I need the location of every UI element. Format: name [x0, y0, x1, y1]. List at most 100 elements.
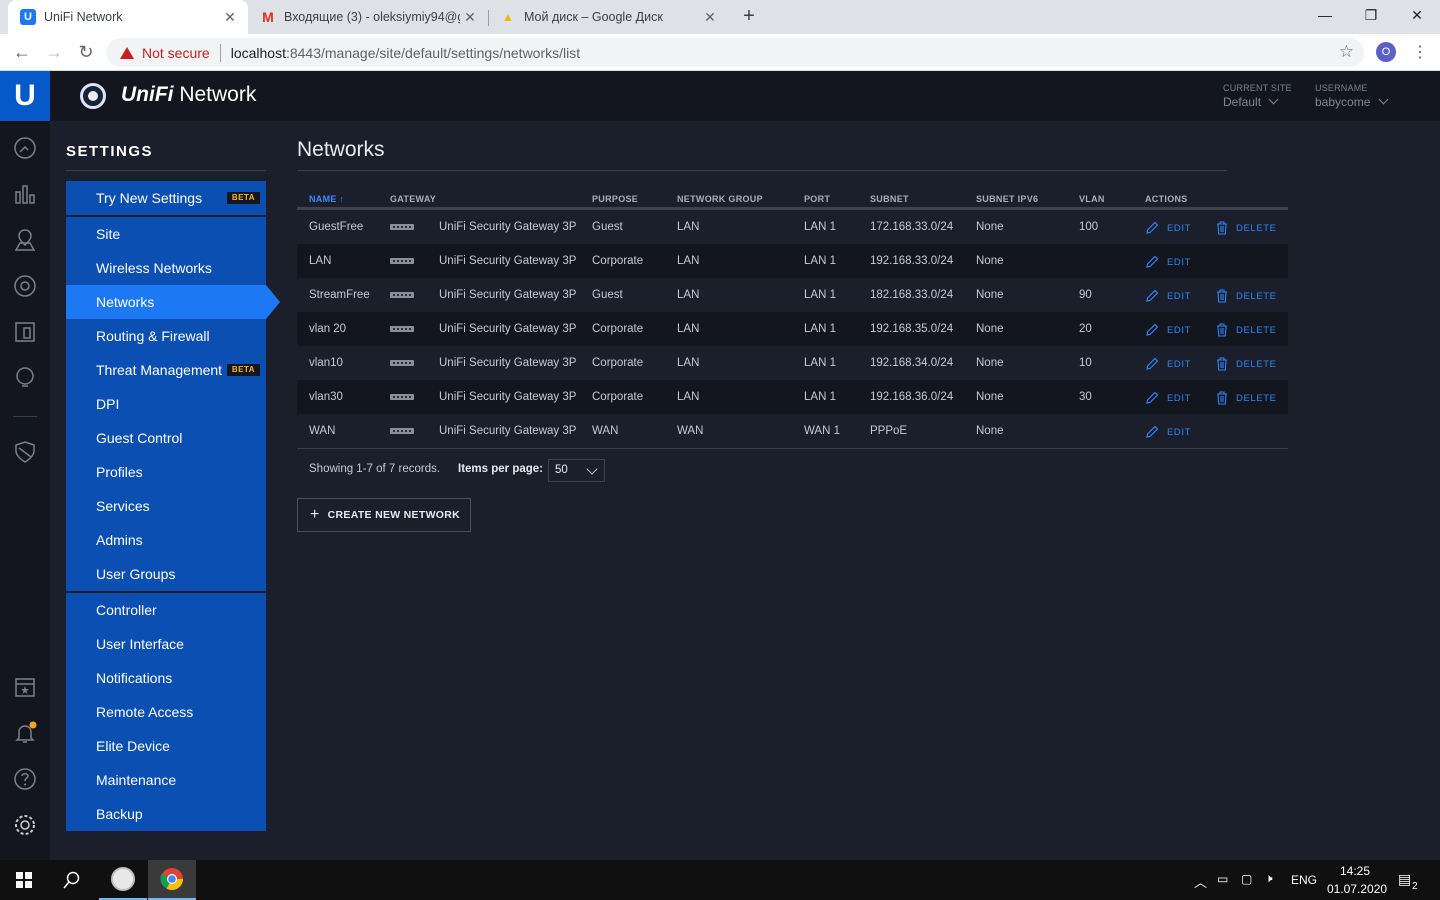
username-selector[interactable]: USERNAME babycome [1315, 83, 1389, 109]
column-header-purpose[interactable]: PURPOSE [592, 194, 638, 204]
edit-button[interactable]: EDIT [1145, 289, 1191, 303]
table-row[interactable]: LAN UniFi Security Gateway 3P Corporate … [297, 244, 1288, 278]
shield-icon[interactable] [13, 440, 37, 464]
menu-item-maintenance[interactable]: Maintenance [66, 763, 266, 797]
clock-time[interactable]: 14:25 [1340, 864, 1370, 878]
url-divider [219, 43, 221, 62]
menu-item-user-interface[interactable]: User Interface [66, 627, 266, 661]
profile-avatar[interactable]: O [1376, 42, 1396, 62]
clients-icon[interactable] [13, 320, 37, 344]
table-row[interactable]: GuestFree UniFi Security Gateway 3P Gues… [297, 210, 1288, 244]
menu-item-site[interactable]: Site [66, 217, 266, 251]
menu-item-dpi[interactable]: DPI [66, 387, 266, 421]
menu-item-services[interactable]: Services [66, 489, 266, 523]
reload-icon[interactable]: ↻ [74, 40, 98, 64]
menu-item-guest-control[interactable]: Guest Control [66, 421, 266, 455]
network-name: LAN [309, 255, 332, 267]
not-secure-label: Not secure [142, 44, 210, 61]
address-bar[interactable]: Not secure localhost :8443/manage/site/d… [106, 38, 1364, 67]
column-header-port[interactable]: PORT [804, 194, 830, 204]
delete-button[interactable]: DELETE [1216, 323, 1277, 337]
bookmark-star-icon[interactable]: ☆ [1339, 42, 1354, 62]
window-close-icon[interactable]: ✕ [1394, 0, 1440, 30]
network-name: StreamFree [309, 289, 370, 301]
delete-button[interactable]: DELETE [1216, 357, 1277, 371]
table-row[interactable]: vlan30 UniFi Security Gateway 3P Corpora… [297, 380, 1288, 414]
delete-button[interactable]: DELETE [1216, 391, 1277, 405]
menu-item-try-new-settings[interactable]: Try New Settings BETA [66, 181, 266, 215]
edit-button[interactable]: EDIT [1145, 221, 1191, 235]
table-row[interactable]: StreamFree UniFi Security Gateway 3P Gue… [297, 278, 1288, 312]
edit-label: EDIT [1167, 426, 1192, 438]
column-header-network-group[interactable]: NETWORK GROUP [677, 194, 763, 204]
menu-item-backup[interactable]: Backup [66, 797, 266, 831]
new-tab-icon[interactable]: + [738, 5, 760, 27]
menu-item-networks[interactable]: Networks [66, 285, 280, 319]
subnet: 192.168.35.0/24 [870, 323, 954, 335]
windows-start-icon[interactable] [0, 860, 48, 900]
column-header-subnet-ipv6[interactable]: SUBNET IPV6 [976, 194, 1038, 204]
close-icon[interactable]: ✕ [460, 9, 480, 26]
network-icon[interactable]: ▢ [1241, 872, 1252, 886]
search-icon[interactable] [48, 860, 96, 900]
table-row[interactable]: vlan10 UniFi Security Gateway 3P Corpora… [297, 346, 1288, 380]
menu-item-elite-device[interactable]: Elite Device [66, 729, 266, 763]
ubiquiti-logo-icon[interactable]: U [0, 71, 50, 121]
battery-icon[interactable]: ▭ [1217, 872, 1228, 886]
menu-item-profiles[interactable]: Profiles [66, 455, 266, 489]
forward-arrow-icon[interactable]: → [42, 40, 66, 64]
menu-item-routing-firewall[interactable]: Routing & Firewall [66, 319, 266, 353]
create-new-network-button[interactable]: + CREATE NEW NETWORK [297, 498, 471, 532]
menu-item-user-groups[interactable]: User Groups [66, 557, 266, 591]
menu-item-controller[interactable]: Controller [66, 593, 266, 627]
table-row[interactable]: WAN UniFi Security Gateway 3P WAN WAN WA… [297, 414, 1288, 448]
items-per-page-select[interactable]: 50 [548, 459, 605, 482]
tab-title: Мой диск – Google Диск [524, 10, 663, 24]
statistics-icon[interactable] [13, 182, 37, 206]
tab-google-drive[interactable]: ▲ Мой диск – Google Диск ✕ [488, 0, 728, 34]
restore-icon[interactable]: ❐ [1348, 0, 1394, 30]
column-header-gateway[interactable]: GATEWAY [390, 194, 436, 204]
gateway-name: UniFi Security Gateway 3P [439, 357, 577, 369]
menu-item-remote-access[interactable]: Remote Access [66, 695, 266, 729]
back-arrow-icon[interactable]: ← [10, 40, 34, 64]
subnet-ipv6: None [976, 391, 1004, 403]
column-header-subnet[interactable]: SUBNET [870, 194, 909, 204]
settings-gear-icon[interactable] [13, 813, 37, 837]
chrome-taskbar-icon[interactable] [148, 860, 196, 900]
show-hidden-icons-icon[interactable]: ︿ [1194, 872, 1207, 891]
language-indicator[interactable]: ENG [1291, 873, 1317, 887]
tab-gmail[interactable]: M Входящие (3) - oleksiymiy94@gm ✕ [248, 0, 488, 34]
edit-button[interactable]: EDIT [1145, 425, 1191, 439]
delete-button[interactable]: DELETE [1216, 221, 1277, 235]
clock-date[interactable]: 01.07.2020 [1327, 882, 1387, 896]
edit-button[interactable]: EDIT [1145, 323, 1191, 337]
unifi-app-taskbar-icon[interactable] [99, 860, 147, 900]
column-header-name[interactable]: NAME ↑ [309, 194, 344, 204]
menu-item-admins[interactable]: Admins [66, 523, 266, 557]
column-header-vlan[interactable]: VLAN [1079, 194, 1105, 204]
browser-menu-icon[interactable]: ⋮ [1412, 42, 1428, 62]
menu-item-label: Controller [96, 602, 157, 618]
close-icon[interactable]: ✕ [700, 9, 720, 26]
minimize-icon[interactable]: — [1302, 0, 1348, 30]
edit-button[interactable]: EDIT [1145, 357, 1191, 371]
close-icon[interactable]: ✕ [220, 9, 240, 26]
edit-button[interactable]: EDIT [1145, 255, 1191, 269]
table-row[interactable]: vlan 20 UniFi Security Gateway 3P Corpor… [297, 312, 1288, 346]
menu-item-threat-management[interactable]: Threat Management BETA [66, 353, 266, 387]
current-site-selector[interactable]: CURRENT SITE Default [1223, 83, 1292, 109]
alerts-bell-icon[interactable] [13, 721, 37, 745]
dashboard-icon[interactable] [13, 136, 37, 160]
edit-button[interactable]: EDIT [1145, 391, 1191, 405]
devices-icon[interactable] [13, 274, 37, 298]
help-icon[interactable] [13, 767, 37, 791]
events-calendar-icon[interactable] [13, 675, 37, 699]
menu-item-notifications[interactable]: Notifications [66, 661, 266, 695]
map-icon[interactable] [13, 228, 37, 252]
volume-icon[interactable]: 🕨 [1265, 871, 1273, 886]
tab-unifi[interactable]: U UniFi Network ✕ [8, 0, 248, 34]
delete-button[interactable]: DELETE [1216, 289, 1277, 303]
menu-item-wireless-networks[interactable]: Wireless Networks [66, 251, 266, 285]
insights-icon[interactable] [13, 366, 37, 390]
